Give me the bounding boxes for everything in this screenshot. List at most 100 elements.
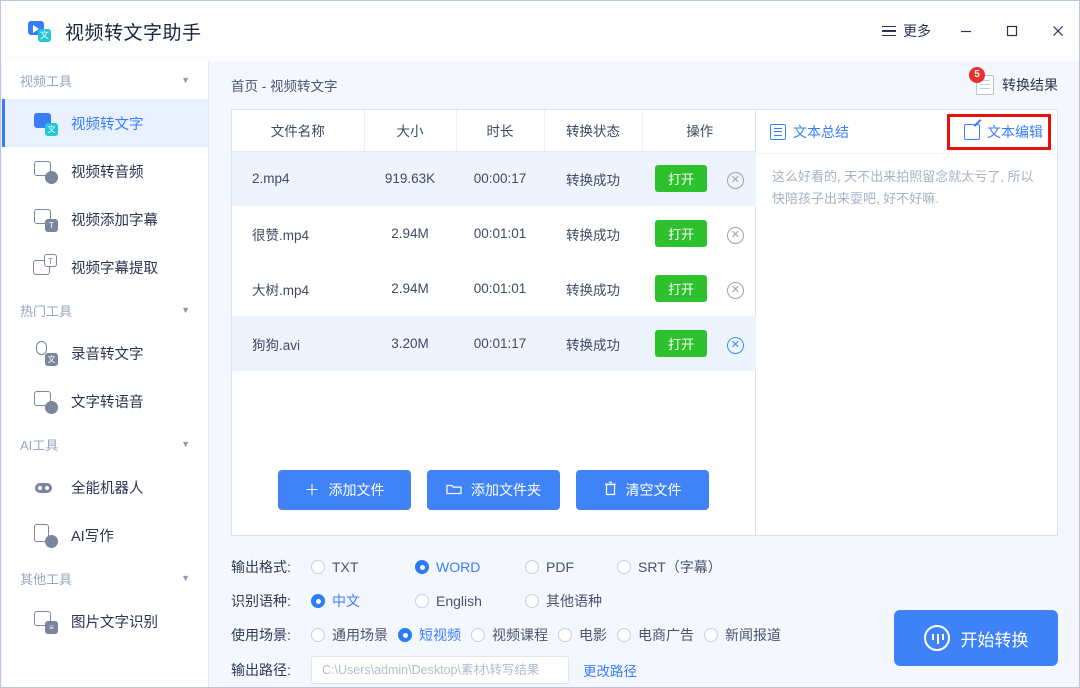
sidebar-item-add-subtitle[interactable]: T 视频添加字幕 xyxy=(2,195,208,243)
clear-files-button[interactable]: 清空文件 xyxy=(576,470,709,510)
chevron-down-icon: ▼ xyxy=(181,439,190,449)
folder-icon xyxy=(446,482,462,498)
sidebar-group-hot-tools[interactable]: 热门工具 ▼ xyxy=(2,291,208,329)
output-path-input[interactable]: C:\Users\admin\Desktop\素材\转写结果 xyxy=(311,656,569,684)
table-row[interactable]: 很赞.mp4 2.94M 00:01:01 转换成功 打开 ✕ xyxy=(232,206,757,261)
cell-filename: 2.mp4 xyxy=(232,151,364,206)
image-ocr-icon: ≡ xyxy=(32,608,58,634)
transcript-pane: 文本总结 文本编辑 这么好看的, 天不出来拍照留念就太亏了, 所以快陪孩子出来耍… xyxy=(756,109,1058,536)
sidebar-item-label: 视频字幕提取 xyxy=(71,260,158,277)
chevron-down-icon: ▼ xyxy=(181,573,190,583)
language-option-english[interactable]: English xyxy=(415,593,525,609)
chevron-down-icon: ▼ xyxy=(181,75,190,85)
clear-files-label: 清空文件 xyxy=(625,482,682,498)
add-folder-button[interactable]: 添加文件夹 xyxy=(427,470,560,510)
cell-status: 转换成功 xyxy=(544,151,642,206)
scene-option-general[interactable]: 通用场景 xyxy=(311,625,388,645)
radio-icon xyxy=(617,560,631,574)
output-format-label: 输出格式: xyxy=(231,559,291,575)
language-option-chinese[interactable]: 中文 xyxy=(311,591,415,611)
sidebar-group-other-tools[interactable]: 其他工具 ▼ xyxy=(2,559,208,597)
format-option-word[interactable]: WORD xyxy=(415,559,525,575)
table-row[interactable]: 大树.mp4 2.94M 00:01:01 转换成功 打开 ✕ xyxy=(232,261,757,316)
sidebar-item-label: AI写作 xyxy=(71,528,114,545)
col-filename: 文件名称 xyxy=(232,110,365,152)
sidebar-item-label: 视频转文字 xyxy=(71,116,144,133)
open-button[interactable]: 打开 xyxy=(655,330,708,357)
sidebar-item-audio-to-text[interactable]: 文 录音转文字 xyxy=(2,329,208,377)
scene-option-label: 新闻报道 xyxy=(725,627,781,643)
cell-action: 打开 ✕ xyxy=(642,261,757,316)
cell-duration: 00:01:01 xyxy=(473,281,527,296)
close-button[interactable] xyxy=(1035,1,1079,61)
open-button[interactable]: 打开 xyxy=(655,165,708,193)
sidebar-item-text-to-speech[interactable]: 文字转语音 xyxy=(2,377,208,425)
format-option-label: PDF xyxy=(546,559,574,575)
cell-size: 2.94M xyxy=(391,281,429,296)
cell-filename: 大树.mp4 xyxy=(252,282,310,298)
scene-option-news[interactable]: 新闻报道 xyxy=(704,625,781,645)
output-path-label: 输出路径: xyxy=(231,662,291,678)
scene-option-shortvideo[interactable]: 短视频 xyxy=(398,625,461,645)
application-window: 文 视频转文字助手 更多 视频工具 ▼ 文 视频转文字 视频转音频 T 视频添加… xyxy=(0,0,1080,688)
ai-writing-icon xyxy=(32,522,58,548)
col-action: 操作 xyxy=(642,110,757,152)
edit-pencil-icon xyxy=(964,118,982,140)
minimize-button[interactable] xyxy=(943,1,989,61)
sidebar-item-extract-subtitle[interactable]: T 视频字幕提取 xyxy=(2,243,208,291)
col-duration: 时长 xyxy=(456,110,545,152)
format-option-txt[interactable]: TXT xyxy=(311,559,415,575)
sidebar-item-ai-writing[interactable]: AI写作 xyxy=(2,511,208,559)
sidebar-item-video-to-text[interactable]: 文 视频转文字 xyxy=(2,99,208,147)
table-header-row: 文件名称 大小 时长 转换状态 操作 xyxy=(232,110,757,152)
tab-text-summary[interactable]: 文本总结 xyxy=(770,122,849,142)
cell-status: 转换成功 xyxy=(566,227,620,243)
conversion-results-button[interactable]: 5 转换结果 xyxy=(969,67,1058,95)
radio-icon xyxy=(311,594,325,608)
sidebar-item-robot[interactable]: 全能机器人 xyxy=(2,463,208,511)
sidebar-item-label: 文字转语音 xyxy=(71,394,144,411)
delete-row-icon[interactable]: ✕ xyxy=(726,226,744,244)
sidebar-group-video-tools[interactable]: 视频工具 ▼ xyxy=(2,61,208,99)
format-option-pdf[interactable]: PDF xyxy=(525,559,617,575)
breadcrumb: 首页 - 视频转文字 xyxy=(231,79,338,94)
app-logo: 文 视频转文字助手 xyxy=(25,17,202,45)
sidebar-item-label: 全能机器人 xyxy=(71,480,144,497)
scene-option-ecommerce[interactable]: 电商广告 xyxy=(617,625,694,645)
language-option-label: 中文 xyxy=(332,593,360,609)
language-option-label: 其他语种 xyxy=(546,593,602,609)
radio-icon xyxy=(704,628,718,642)
text-to-speech-icon xyxy=(32,388,58,414)
sidebar-item-video-to-audio[interactable]: 视频转音频 xyxy=(2,147,208,195)
window-controls: 更多 xyxy=(870,1,1079,61)
results-badge: 5 xyxy=(969,67,985,83)
add-file-button[interactable]: ＋ 添加文件 xyxy=(278,470,411,510)
convert-icon xyxy=(923,625,950,651)
table-row[interactable]: 2.mp4 919.63K 00:00:17 转换成功 打开 ✕ xyxy=(232,151,757,206)
delete-row-icon[interactable]: ✕ xyxy=(726,281,744,299)
format-option-srt[interactable]: SRT（字幕） xyxy=(617,557,722,577)
open-button[interactable]: 打开 xyxy=(655,275,708,302)
add-file-label: 添加文件 xyxy=(328,482,385,498)
sidebar-group-ai-tools[interactable]: AI工具 ▼ xyxy=(2,425,208,463)
sidebar-item-image-ocr[interactable]: ≡ 图片文字识别 xyxy=(2,597,208,645)
language-option-other[interactable]: 其他语种 xyxy=(525,591,602,611)
delete-row-icon[interactable]: ✕ xyxy=(726,172,744,190)
audio-to-text-icon: 文 xyxy=(32,340,58,366)
table-row[interactable]: 狗狗.avi 3.20M 00:01:17 转换成功 打开 ✕ xyxy=(232,316,757,371)
scene-option-course[interactable]: 视频课程 xyxy=(471,625,548,645)
cell-action: 打开 ✕ xyxy=(642,206,757,261)
delete-row-icon[interactable]: ✕ xyxy=(726,336,744,354)
change-path-link[interactable]: 更改路径 xyxy=(583,660,637,680)
scene-option-movie[interactable]: 电影 xyxy=(558,625,607,645)
more-menu-button[interactable]: 更多 xyxy=(870,21,943,41)
open-button[interactable]: 打开 xyxy=(655,220,708,247)
maximize-button[interactable] xyxy=(989,1,1035,61)
start-conversion-button[interactable]: 开始转换 xyxy=(894,610,1058,666)
scene-option-label: 视频课程 xyxy=(492,627,548,643)
tab-text-edit[interactable]: 文本编辑 xyxy=(964,118,1043,142)
title-bar: 文 视频转文字助手 更多 xyxy=(1,1,1079,61)
more-menu-label: 更多 xyxy=(903,23,931,39)
format-option-label: TXT xyxy=(332,559,359,575)
cell-filename: 很赞.mp4 xyxy=(252,227,310,243)
